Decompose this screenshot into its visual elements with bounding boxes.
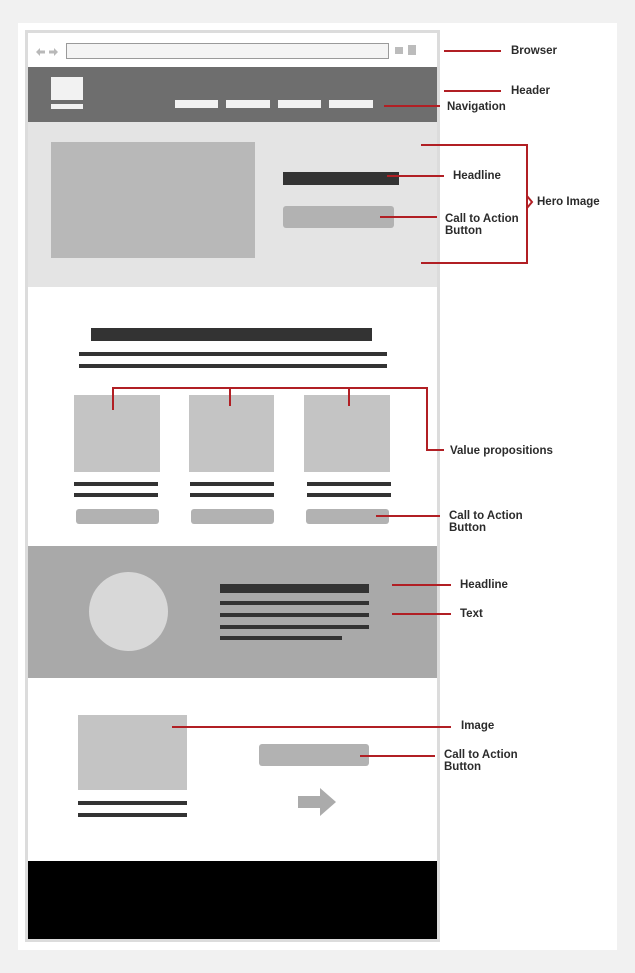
label-browser: Browser [511,45,558,57]
label-text: Text [460,608,483,620]
label-cta-2: Call to Action Button [449,510,523,534]
label-image: Image [461,720,495,732]
label-cta-3: Call to Action Button [444,749,518,773]
label-headline-1: Headline [453,170,501,182]
value-prop-connector [112,387,444,451]
label-cta-1: Call to Action Button [445,213,519,237]
label-header: Header [511,85,550,97]
leader-lines [112,50,534,757]
label-hero-image: Hero Image [537,196,600,208]
label-cta-1-line-1: Call to Action [445,213,519,225]
label-cta-3-line-2: Button [444,761,482,773]
label-value-propositions: Value propositions [450,445,553,457]
label-headline-2: Headline [460,579,508,591]
hero-bracket [421,144,528,264]
label-cta-1-line-2: Button [445,225,483,237]
label-cta-2-line-2: Button [449,522,487,534]
label-cta-3-line-1: Call to Action [444,749,518,761]
label-navigation: Navigation [447,101,506,113]
label-cta-2-line-1: Call to Action [449,510,523,522]
